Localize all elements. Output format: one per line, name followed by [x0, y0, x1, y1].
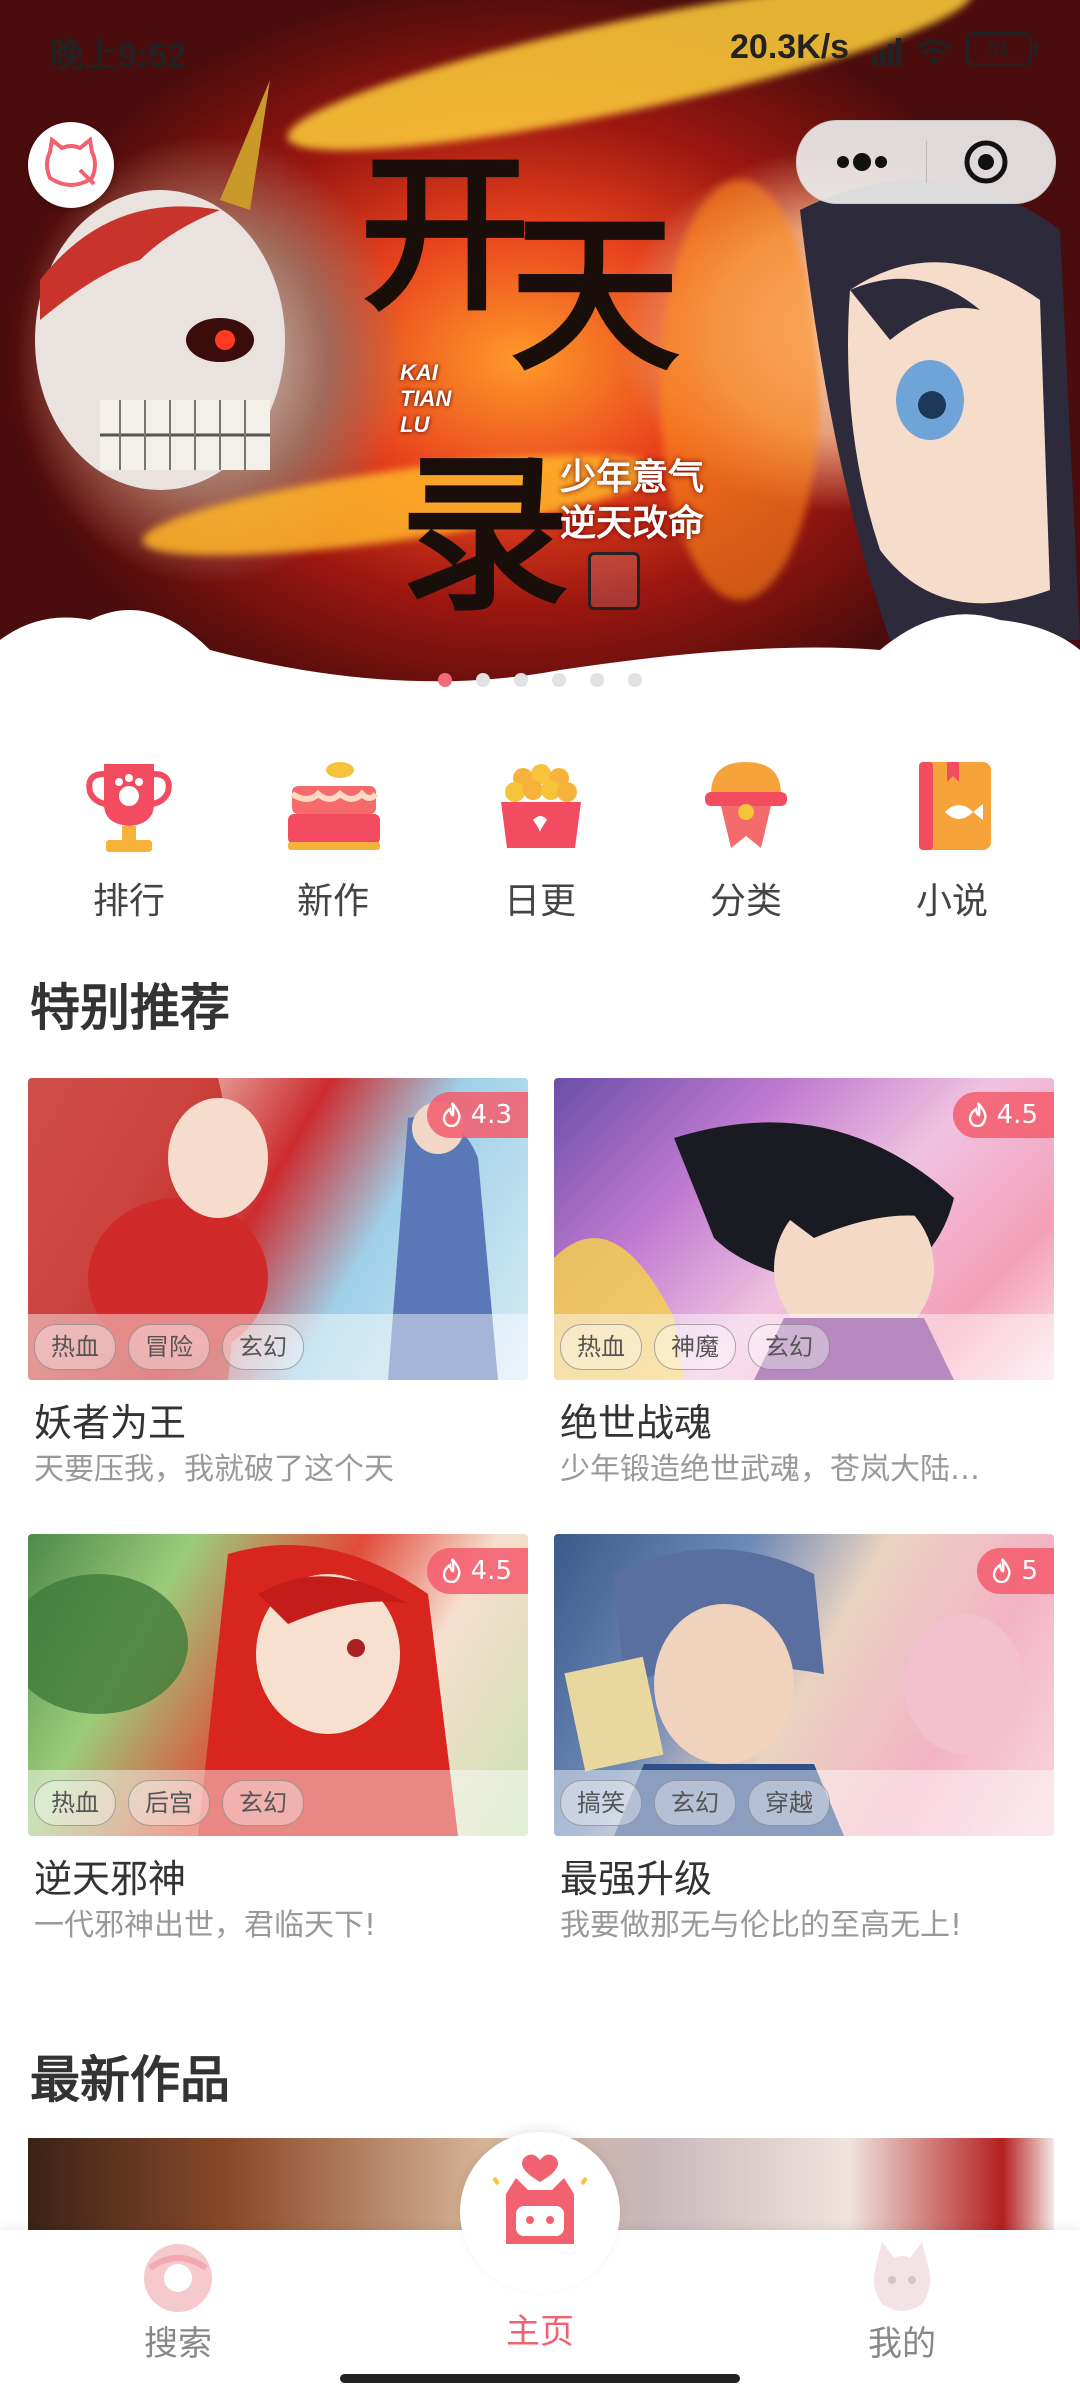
close-miniprogram-icon[interactable]	[963, 139, 1009, 185]
cake-icon	[288, 762, 380, 850]
rating-value: 4.3	[470, 1100, 512, 1130]
comic-description: 一代邪神出世，君临天下!	[34, 1908, 377, 1943]
cat-avatar-icon	[45, 136, 97, 187]
tab-label: 我的	[868, 2324, 936, 2364]
quick-entry-novel[interactable]: 小说	[872, 756, 1032, 922]
comic-cover: 4.3 热血 冒险 玄幻	[28, 1078, 528, 1380]
status-bar: 晚上9:52 20.3K/s 51	[0, 0, 1080, 100]
pagination-dot[interactable]	[514, 673, 528, 687]
genre-tag: 玄幻	[748, 1324, 830, 1370]
quick-entry-row: 排行 新作 日更 分类 小说	[0, 756, 1080, 926]
tab-label: 搜索	[144, 2324, 212, 2364]
quick-entry-label: 排行	[92, 881, 165, 922]
system-home-indicator	[340, 2374, 740, 2383]
pagination-dot[interactable]	[590, 673, 604, 687]
pagination-dot-active[interactable]	[438, 673, 452, 687]
comic-card[interactable]: 4.3 热血 冒险 玄幻 妖者为王 天要压我，我就破了这个天	[28, 1078, 528, 1490]
section-title-recommend: 特别推荐	[30, 979, 230, 1037]
quick-entry-label: 新作	[296, 881, 369, 922]
banner-pinyin: KAI TIAN LU	[400, 360, 452, 437]
quick-entry-daily[interactable]: 日更	[460, 756, 620, 922]
comic-description: 少年锻造绝世武魂，苍岚大陆…	[560, 1452, 980, 1487]
status-time: 晚上9:52	[50, 37, 187, 75]
comic-cover: 4.5 热血 后宫 玄幻	[28, 1534, 528, 1836]
banner-slogan: 少年意气 逆天改命	[560, 455, 704, 547]
tab-label: 主页	[506, 2312, 574, 2352]
cat-profile-icon	[862, 2238, 942, 2318]
badge-icon	[705, 762, 787, 848]
book-icon	[919, 762, 991, 850]
hero-banner[interactable]: 开 天 录 KAI TIAN LU 少年意气 逆天改命	[0, 0, 1080, 690]
quick-entry-ranking[interactable]: 排行	[49, 756, 209, 922]
pagination-dot[interactable]	[552, 673, 566, 687]
pagination-dot[interactable]	[628, 673, 642, 687]
banner-slogan-line: 少年意气	[560, 457, 705, 498]
quick-entry-new[interactable]: 新作	[253, 756, 413, 922]
comic-title: 妖者为王	[34, 1401, 187, 1445]
comic-title: 绝世战魂	[560, 1401, 713, 1445]
status-network-speed: 20.3K/s	[730, 28, 850, 66]
girl-character-art	[800, 179, 1080, 640]
comic-description: 天要压我，我就破了这个天	[34, 1452, 394, 1487]
rating-badge: 4.3	[426, 1092, 528, 1138]
comic-title: 最强升级	[560, 1857, 713, 1901]
genre-tag: 热血	[34, 1324, 116, 1370]
comic-cover: 5 搞笑 玄幻 穿越	[554, 1534, 1054, 1836]
rating-badge: 4.5	[426, 1548, 528, 1594]
battery-icon: 51	[966, 32, 1038, 66]
quick-entry-category[interactable]: 分类	[666, 756, 826, 922]
genre-tag: 玄幻	[654, 1780, 736, 1826]
rating-badge: 5	[977, 1548, 1054, 1594]
section-title-latest: 最新作品	[30, 2051, 230, 2109]
pagination-dot[interactable]	[476, 673, 490, 687]
tag-bar: 热血 神魔 玄幻	[554, 1314, 1054, 1380]
capsule-divider	[926, 141, 927, 183]
banner-slogan-line: 逆天改命	[560, 503, 705, 544]
banner-title-char: 天	[510, 195, 680, 395]
avatar-button[interactable]	[28, 122, 114, 208]
flame-icon	[442, 1558, 461, 1584]
rating-badge: 4.5	[952, 1092, 1054, 1138]
quick-entry-label: 日更	[503, 881, 576, 922]
genre-tag: 热血	[34, 1780, 116, 1826]
quick-entry-label: 分类	[709, 881, 782, 922]
genre-tag: 搞笑	[560, 1780, 642, 1826]
quick-entry-label: 小说	[915, 881, 988, 922]
tag-bar: 热血 冒险 玄幻	[28, 1314, 528, 1380]
genre-tag: 冒险	[128, 1324, 210, 1370]
gift-basket-icon	[501, 764, 581, 848]
genre-tag: 玄幻	[222, 1324, 304, 1370]
flame-icon	[968, 1102, 987, 1128]
comic-card[interactable]: 5 搞笑 玄幻 穿越 最强升级 我要做那无与伦比的至高无上!	[554, 1534, 1054, 1946]
mini-program-capsule	[796, 120, 1056, 204]
comic-title: 逆天邪神	[34, 1857, 187, 1901]
home-cat-icon[interactable]	[486, 2148, 594, 2256]
comic-cover: 4.5 热血 神魔 玄幻	[554, 1078, 1054, 1380]
rating-value: 4.5	[470, 1556, 512, 1586]
comic-card[interactable]: 4.5 热血 后宫 玄幻 逆天邪神 一代邪神出世，君临天下!	[28, 1534, 528, 1946]
tag-bar: 热血 后宫 玄幻	[28, 1770, 528, 1836]
signal-wifi-icon	[872, 38, 952, 66]
banner-title-char: 开	[360, 135, 530, 335]
banner-pagination	[0, 672, 1080, 691]
trophy-icon	[86, 764, 172, 852]
tab-home[interactable]: 主页	[440, 2306, 640, 2352]
flame-icon	[442, 1102, 461, 1128]
comic-description: 我要做那无与伦比的至高无上!	[560, 1908, 963, 1943]
tab-search[interactable]: 搜索	[78, 2238, 278, 2364]
comic-card[interactable]: 4.5 热血 神魔 玄幻 绝世战魂 少年锻造绝世武魂，苍岚大陆…	[554, 1078, 1054, 1490]
rating-value: 4.5	[996, 1100, 1038, 1130]
more-options-icon[interactable]	[827, 143, 897, 181]
genre-tag: 热血	[560, 1324, 642, 1370]
tab-mine[interactable]: 我的	[802, 2238, 1002, 2364]
tag-bar: 搞笑 玄幻 穿越	[554, 1770, 1054, 1836]
genre-tag: 玄幻	[222, 1780, 304, 1826]
donut-search-icon	[138, 2238, 218, 2318]
rating-value: 5	[1021, 1556, 1038, 1586]
flame-icon	[993, 1558, 1011, 1584]
genre-tag: 神魔	[654, 1324, 736, 1370]
genre-tag: 穿越	[748, 1780, 830, 1826]
genre-tag: 后宫	[128, 1780, 210, 1826]
